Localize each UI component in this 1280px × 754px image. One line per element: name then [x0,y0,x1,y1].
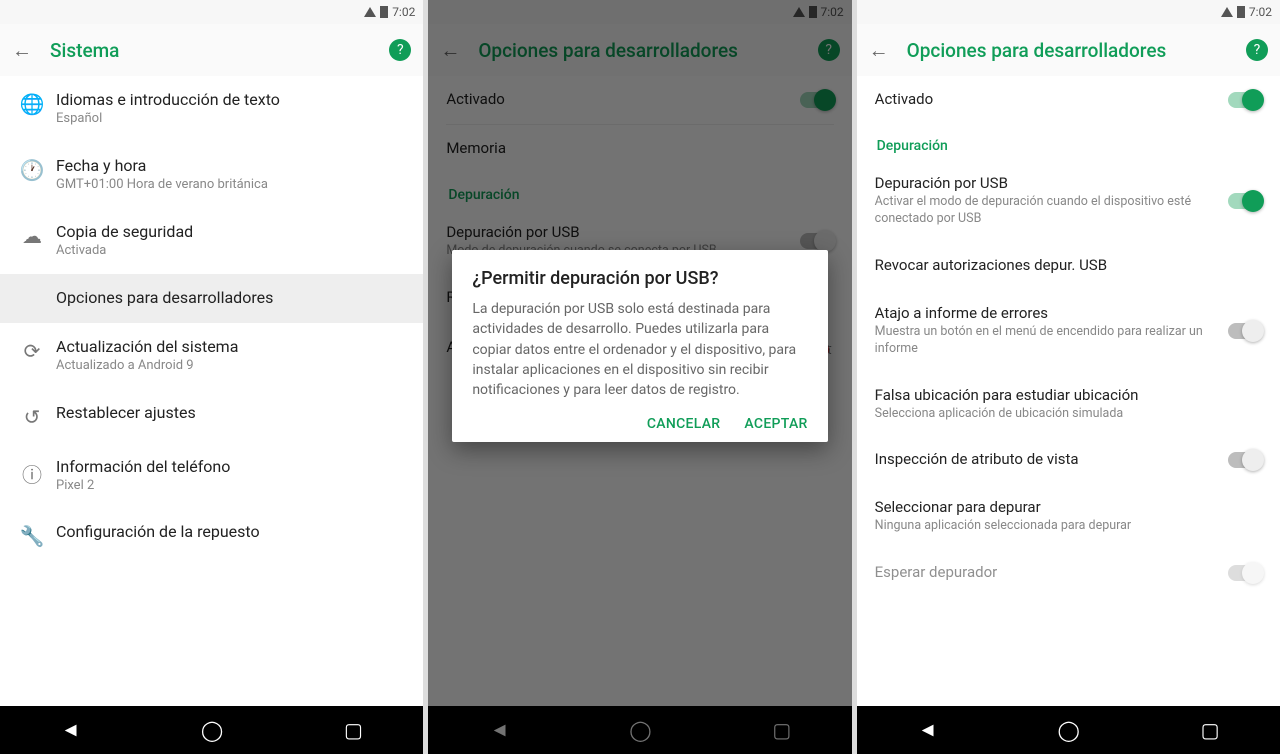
row-title: Activado [875,90,1218,108]
item-icon: 🕐 [8,156,56,182]
row-subtitle: Selecciona aplicación de ubicación simul… [875,406,1252,423]
settings-item[interactable]: ↺Restablecer ajustes [0,389,423,443]
settings-item[interactable]: 🌐Idiomas e introducción de texto Español [0,76,423,142]
item-subtitle: Actualizado a Android 9 [56,358,407,375]
item-title: Idiomas e introducción de texto [56,90,407,109]
bugreport-shortcut-row[interactable]: Atajo a informe de errores Muestra un bot… [857,290,1280,372]
row-title: Seleccionar para depurar [875,498,1252,516]
settings-item[interactable]: 🕐Fecha y hora GMT+01:00 Hora de verano br… [0,142,423,208]
revoke-usb-row[interactable]: Revocar autorizaciones depur. USB [857,242,1280,290]
item-subtitle: GMT+01:00 Hora de verano británica [56,177,407,194]
item-subtitle: Activada [56,243,407,260]
android-navbar: ▲ ◯ ▢ [0,706,423,754]
item-icon: ↺ [8,403,56,429]
item-subtitle: Pixel 2 [56,478,407,495]
item-icon: 🌐 [8,90,56,116]
settings-list: 🌐Idiomas e introducción de texto Español 🕐… [0,76,423,706]
app-bar: ← Sistema ? [0,24,423,76]
settings-item[interactable]: ☁Copia de seguridad Activada [0,208,423,274]
row-title: Revocar autorizaciones depur. USB [875,256,1252,274]
item-title: Restablecer ajustes [56,403,407,422]
status-time: 7:02 [1249,5,1272,19]
item-subtitle: Español [56,111,407,128]
row-title: Falsa ubicación para estudiar ubicación [875,386,1252,404]
wait-debugger-row[interactable]: Esperar depurador [857,549,1280,597]
nav-recent-icon[interactable]: ▢ [344,718,363,742]
settings-item[interactable]: Opciones para desarrolladores [0,274,423,323]
nav-recent-icon[interactable]: ▢ [1201,718,1220,742]
item-icon: ☁ [8,222,56,248]
item-icon [8,288,56,290]
item-icon: ⓘ [8,457,56,488]
phone-system-settings: 7:02 ← Sistema ? 🌐Idiomas e introducción… [0,0,423,754]
item-title: Opciones para desarrolladores [56,288,407,307]
nav-home-icon[interactable]: ◯ [201,718,223,742]
row-title: Depuración por USB [875,174,1218,192]
row-subtitle: Ninguna aplicación seleccionada para dep… [875,518,1252,535]
row-title: Inspección de atributo de vista [875,450,1218,468]
dialog-accept-button[interactable]: Aceptar [744,416,807,432]
phone-dev-options-dialog: 7:02 ← Opciones para desarrolladores ? A… [428,0,851,754]
row-title: Esperar depurador [875,563,1218,581]
dev-options-list: Activado Depuración Depuración por USB Ac… [857,76,1280,706]
app-bar: ← Opciones para desarrolladores ? [857,24,1280,76]
usb-debug-dialog: ¿Permitir depuración por USB? La depurac… [452,250,827,442]
item-title: Copia de seguridad [56,222,407,241]
item-title: Fecha y hora [56,156,407,175]
item-title: Configuración de la repuesto [56,522,407,541]
view-attr-row[interactable]: Inspección de atributo de vista [857,436,1280,484]
settings-item[interactable]: ⟳Actualización del sistema Actualizado a … [0,323,423,389]
toggle-switch[interactable] [1228,323,1262,339]
page-title: Sistema [50,39,389,62]
nav-home-icon[interactable]: ◯ [1058,718,1080,742]
nav-back-icon[interactable]: ▲ [914,720,939,740]
back-icon[interactable]: ← [12,38,32,63]
mock-location-row[interactable]: Falsa ubicación para estudiar ubicación S… [857,372,1280,437]
item-title: Información del teléfono [56,457,407,476]
help-icon[interactable]: ? [389,39,411,61]
master-toggle-row[interactable]: Activado [857,76,1280,124]
dialog-title: ¿Permitir depuración por USB? [472,268,807,289]
item-icon: ⟳ [8,337,56,363]
item-icon: 🔧 [8,522,56,548]
dialog-cancel-button[interactable]: Cancelar [647,416,721,432]
android-navbar: ▲ ◯ ▢ [857,706,1280,754]
section-debug: Depuración [857,124,1280,160]
row-title: Atajo a informe de errores [875,304,1218,322]
dialog-body: La depuración por USB solo está destinad… [472,299,807,400]
item-title: Actualización del sistema [56,337,407,356]
status-time: 7:02 [392,5,415,19]
toggle-switch [1228,565,1262,581]
help-icon[interactable]: ? [1246,39,1268,61]
toggle-switch[interactable] [1228,452,1262,468]
settings-item[interactable]: 🔧Configuración de la repuesto [0,508,423,562]
usb-debug-row[interactable]: Depuración por USB Activar el modo de dep… [857,160,1280,242]
toggle-switch[interactable] [1228,92,1262,108]
settings-item[interactable]: ⓘInformación del teléfono Pixel 2 [0,443,423,509]
status-bar: 7:02 [0,0,423,24]
row-subtitle: Muestra un botón en el menú de encendido… [875,324,1218,358]
back-icon[interactable]: ← [869,38,889,63]
phone-dev-options: 7:02 ← Opciones para desarrolladores ? A… [857,0,1280,754]
nav-back-icon[interactable]: ▲ [58,720,83,740]
row-subtitle: Activar el modo de depuración cuando el … [875,194,1218,228]
page-title: Opciones para desarrolladores [907,39,1246,62]
toggle-switch[interactable] [1228,193,1262,209]
status-bar: 7:02 [857,0,1280,24]
select-debug-app-row[interactable]: Seleccionar para depurar Ninguna aplicaci… [857,484,1280,549]
